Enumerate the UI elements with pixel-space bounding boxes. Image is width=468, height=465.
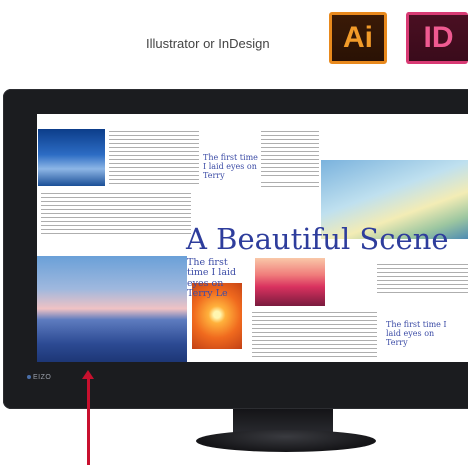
indesign-label: ID (423, 21, 454, 54)
sunset-photo (255, 258, 325, 306)
body-text-block (41, 193, 191, 235)
body-text-block (261, 131, 319, 179)
body-text-block (377, 264, 468, 296)
subhead: The first time I laid eyes on Terry Le (187, 257, 237, 300)
sea-photo (37, 256, 187, 362)
monitor-bezel: A Beautiful Scene The first time I laid … (3, 89, 468, 409)
body-text-block (109, 131, 199, 185)
monitor-screen: A Beautiful Scene The first time I laid … (37, 114, 468, 362)
sky-photo (38, 129, 105, 186)
monitor-stand-base (196, 430, 376, 452)
indesign-app-icon: ID (406, 12, 468, 64)
body-text-block (252, 312, 377, 359)
subhead: The first time I laid eyes on Terry (203, 153, 258, 180)
header-caption: Illustrator or InDesign (146, 36, 270, 51)
layout-title: A Beautiful Scene (186, 222, 449, 256)
illustrator-app-icon: Ai (329, 12, 387, 64)
subhead: The first time I laid eyes on Terry (386, 320, 447, 347)
pointer-arrow (87, 376, 90, 465)
monitor-brand-logo: EIZO (33, 374, 52, 381)
illustrator-label: Ai (343, 21, 373, 54)
body-text-block (261, 182, 319, 190)
power-led-icon (27, 375, 31, 379)
